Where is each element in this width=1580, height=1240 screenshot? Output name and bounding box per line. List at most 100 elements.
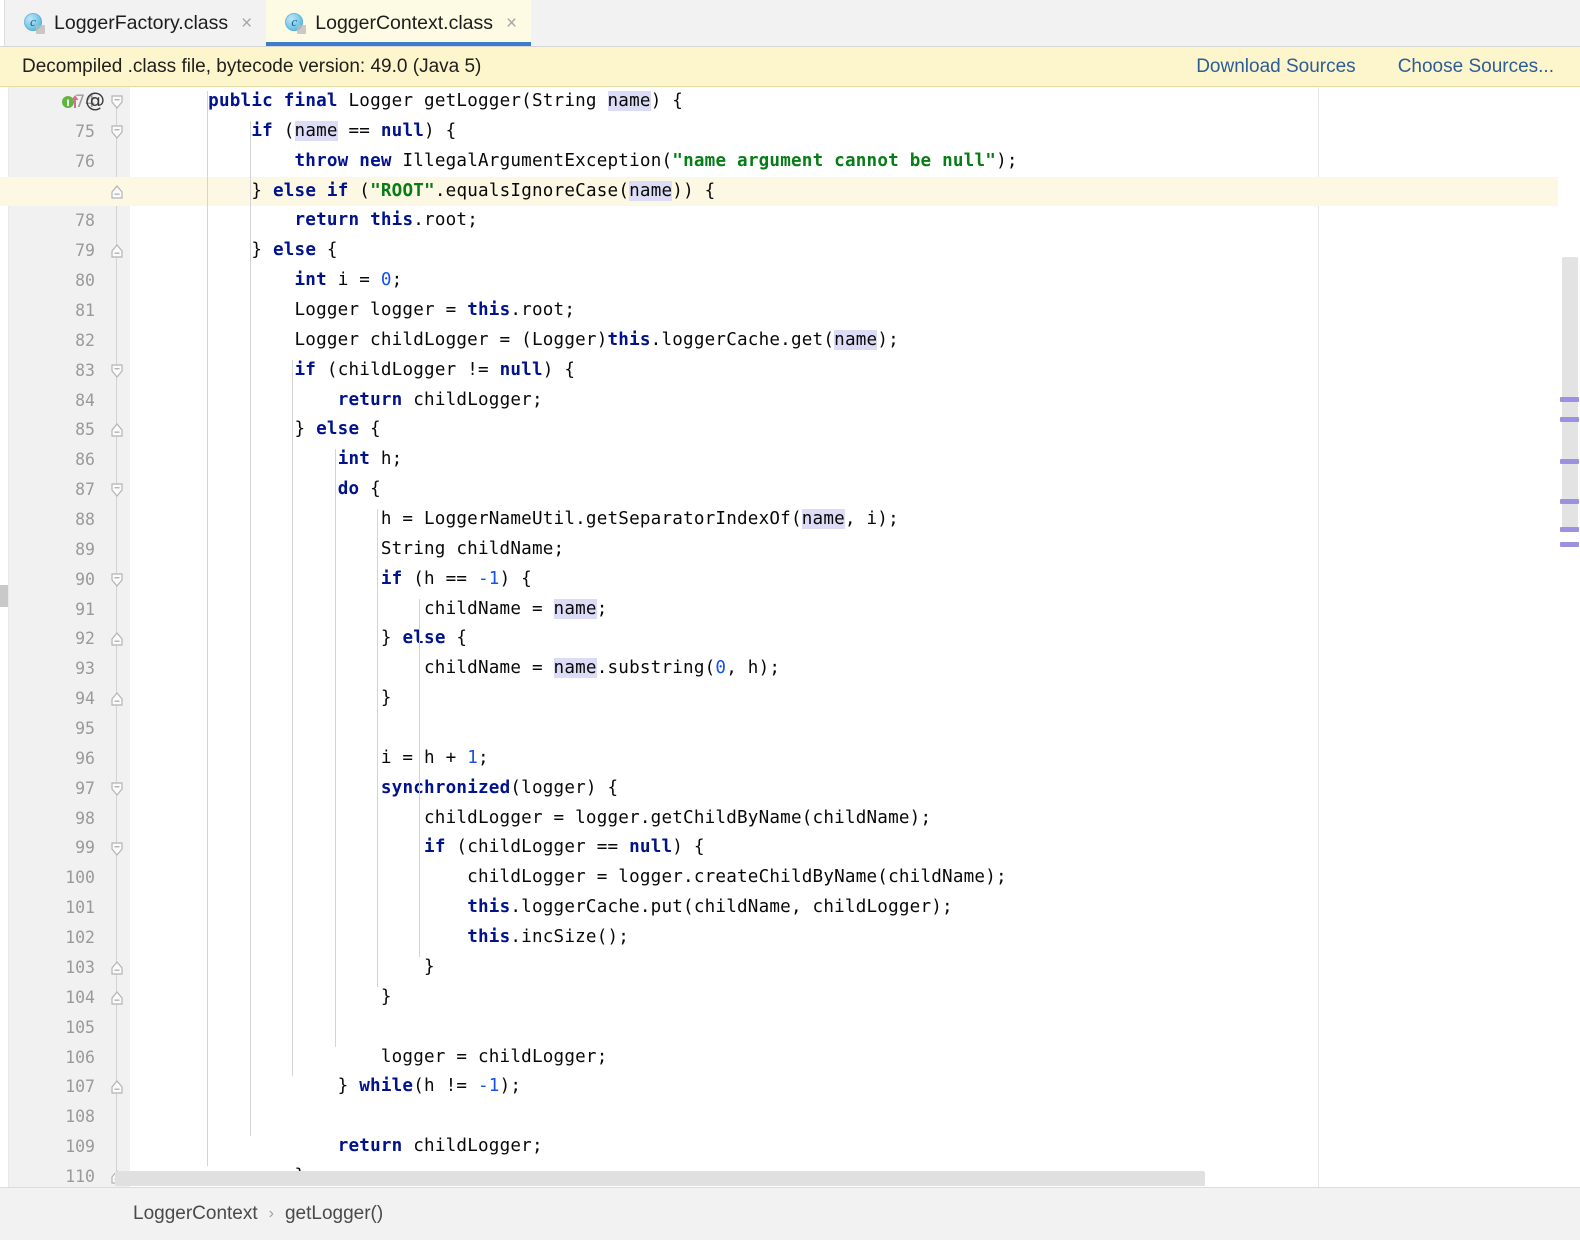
vertical-scrollbar[interactable] — [1558, 87, 1580, 1187]
code-line[interactable]: } — [130, 983, 1580, 1013]
code-line[interactable]: logger = childLogger; — [130, 1043, 1580, 1073]
gutter-row[interactable]: 81 — [9, 296, 130, 326]
fold-end-icon[interactable] — [110, 631, 124, 647]
code-line[interactable]: } while(h != -1); — [130, 1072, 1580, 1102]
code-line[interactable]: if (childLogger == null) { — [130, 833, 1580, 863]
code-line[interactable] — [130, 1013, 1580, 1043]
code-line[interactable]: if (name == null) { — [130, 117, 1580, 147]
code-line[interactable]: do { — [130, 475, 1580, 505]
code-line[interactable]: Logger logger = this.root; — [130, 296, 1580, 326]
code-editor[interactable]: 74I@757677787980818283848586878889909192… — [0, 87, 1580, 1187]
code-line[interactable]: return childLogger; — [130, 386, 1580, 416]
implementing-method-icon[interactable]: I — [61, 92, 79, 110]
scrollbar-usage-marker[interactable] — [1560, 417, 1579, 422]
code-line[interactable]: if (childLogger != null) { — [130, 356, 1580, 386]
gutter-row[interactable]: 108 — [9, 1102, 130, 1132]
code-line[interactable] — [130, 714, 1580, 744]
scrollbar-usage-marker[interactable] — [1560, 397, 1579, 402]
code-line[interactable]: return childLogger; — [130, 1132, 1580, 1162]
line-number: 104 — [65, 987, 95, 1007]
scrollbar-usage-marker[interactable] — [1560, 499, 1579, 504]
code-line[interactable]: } — [130, 684, 1580, 714]
fold-collapse-icon[interactable] — [110, 124, 124, 140]
breadcrumb-item-class[interactable]: LoggerContext — [133, 1203, 258, 1225]
fold-end-icon[interactable] — [110, 990, 124, 1006]
gutter-row[interactable]: 93 — [9, 654, 130, 684]
gutter-row[interactable]: 109 — [9, 1132, 130, 1162]
fold-collapse-icon[interactable] — [110, 363, 124, 379]
fold-end-icon[interactable] — [110, 184, 124, 200]
code-text: } while(h != -1); — [165, 1076, 522, 1097]
fold-collapse-icon[interactable] — [110, 841, 124, 857]
code-line[interactable]: } else if ("ROOT".equalsIgnoreCase(name)… — [0, 176, 1580, 207]
code-line[interactable]: } else { — [130, 236, 1580, 266]
scrollbar-thumb[interactable] — [1562, 257, 1578, 532]
close-icon[interactable]: × — [506, 14, 517, 33]
gutter-row[interactable]: 98 — [9, 804, 130, 834]
gutter-row[interactable]: 101 — [9, 893, 130, 923]
line-number: 108 — [65, 1107, 95, 1127]
gutter-row[interactable]: 96 — [9, 744, 130, 774]
fold-end-icon[interactable] — [110, 1079, 124, 1095]
code-line[interactable]: this.incSize(); — [130, 923, 1580, 953]
gutter-row[interactable]: 80 — [9, 266, 130, 296]
code-line[interactable]: if (h == -1) { — [130, 565, 1580, 595]
gutter-row[interactable]: 95 — [9, 714, 130, 744]
fold-end-icon[interactable] — [110, 422, 124, 438]
fold-collapse-icon[interactable] — [110, 482, 124, 498]
code-line[interactable]: Logger childLogger = (Logger)this.logger… — [130, 326, 1580, 356]
code-line[interactable]: childName = name.substring(0, h); — [130, 654, 1580, 684]
gutter-row[interactable]: 102 — [9, 923, 130, 953]
code-line[interactable]: int h; — [130, 445, 1580, 475]
gutter-row[interactable]: 106 — [9, 1043, 130, 1073]
fold-collapse-icon[interactable] — [110, 94, 124, 110]
fold-end-icon[interactable] — [110, 691, 124, 707]
code-line[interactable]: throw new IllegalArgumentException("name… — [130, 147, 1580, 177]
code-line[interactable]: } else { — [130, 624, 1580, 654]
gutter-row[interactable]: 91 — [9, 595, 130, 625]
gutter-row[interactable]: 76 — [9, 147, 130, 177]
code-line[interactable]: public final Logger getLogger(String nam… — [130, 87, 1580, 117]
gutter-row[interactable]: 89 — [9, 535, 130, 565]
download-sources-link[interactable]: Download Sources — [1196, 56, 1355, 78]
gutter-row[interactable]: 105 — [9, 1013, 130, 1043]
code-line[interactable]: childLogger = logger.getChildByName(chil… — [130, 804, 1580, 834]
code-text: this.loggerCache.put(childName, childLog… — [467, 897, 953, 918]
annotation-at-icon[interactable]: @ — [85, 89, 105, 111]
code-line[interactable]: childLogger = logger.createChildByName(c… — [130, 863, 1580, 893]
code-line[interactable]: } else { — [130, 415, 1580, 445]
code-line[interactable]: this.loggerCache.put(childName, childLog… — [130, 893, 1580, 923]
gutter-row[interactable]: 82 — [9, 326, 130, 356]
tab-logger-context[interactable]: c LoggerContext.class × — [266, 0, 532, 46]
gutter-row[interactable]: 88 — [9, 505, 130, 535]
scrollbar-usage-marker[interactable] — [1560, 527, 1579, 532]
fold-end-icon[interactable] — [110, 960, 124, 976]
gutter-row[interactable]: 100 — [9, 863, 130, 893]
horizontal-scrollbar[interactable] — [115, 1171, 1205, 1186]
indent-guide — [207, 91, 209, 1166]
line-number: 95 — [75, 719, 95, 739]
code-line[interactable]: int i = 0; — [130, 266, 1580, 296]
gutter-row[interactable]: 84 — [9, 386, 130, 416]
tab-logger-factory[interactable]: c LoggerFactory.class × — [5, 0, 267, 46]
code-line[interactable]: synchronized(logger) { — [130, 774, 1580, 804]
fold-collapse-icon[interactable] — [110, 781, 124, 797]
scrollbar-usage-marker[interactable] — [1560, 542, 1579, 547]
choose-sources-link[interactable]: Choose Sources... — [1398, 56, 1554, 78]
fold-end-icon[interactable] — [110, 243, 124, 259]
fold-collapse-icon[interactable] — [110, 572, 124, 588]
breadcrumb-item-method[interactable]: getLogger() — [285, 1203, 383, 1225]
code-line[interactable]: i = h + 1; — [130, 744, 1580, 774]
code-line[interactable]: String childName; — [130, 535, 1580, 565]
code-text: } else { — [165, 419, 381, 440]
gutter-row[interactable]: 78 — [9, 206, 130, 236]
code-line[interactable]: } — [130, 953, 1580, 983]
code-line[interactable]: h = LoggerNameUtil.getSeparatorIndexOf(n… — [130, 505, 1580, 535]
code-line[interactable]: return this.root; — [130, 206, 1580, 236]
scrollbar-usage-marker[interactable] — [1560, 459, 1579, 464]
code-line[interactable] — [130, 1102, 1580, 1132]
code-content[interactable]: public final Logger getLogger(String nam… — [0, 87, 1580, 1187]
close-icon[interactable]: × — [241, 14, 252, 33]
code-line[interactable]: childName = name; — [130, 595, 1580, 625]
gutter-row[interactable]: 86 — [9, 445, 130, 475]
